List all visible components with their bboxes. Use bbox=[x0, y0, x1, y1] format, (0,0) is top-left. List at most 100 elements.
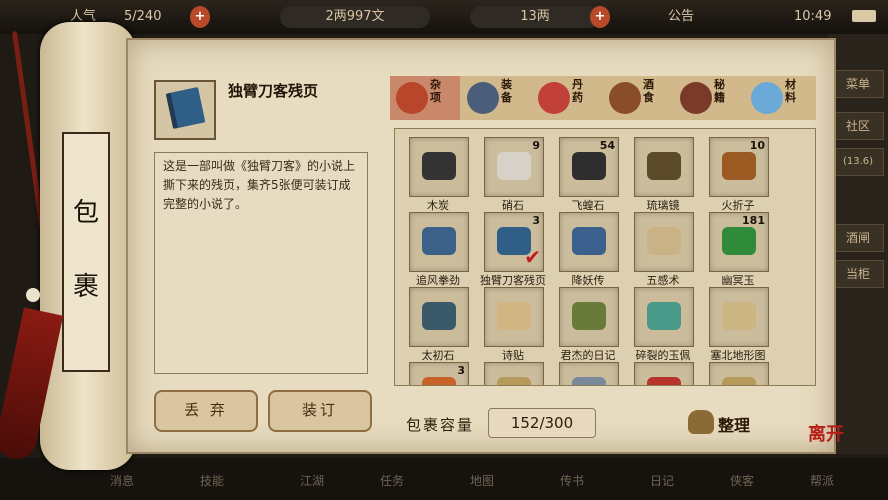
item-icon bbox=[572, 227, 606, 255]
money-value: 2两997文 bbox=[280, 6, 430, 28]
tab-icon bbox=[609, 82, 641, 114]
bind-button[interactable]: 装订 bbox=[268, 390, 372, 432]
tab-3[interactable]: 酒食 bbox=[603, 76, 673, 120]
discard-button[interactable]: 丢 弃 bbox=[154, 390, 258, 432]
item-icon bbox=[647, 152, 681, 180]
tab-2[interactable]: 丹药 bbox=[532, 76, 602, 120]
inventory-slot[interactable] bbox=[634, 212, 694, 272]
item-icon bbox=[647, 227, 681, 255]
tab-label: 材料 bbox=[785, 78, 796, 104]
inventory-slot[interactable] bbox=[409, 212, 469, 272]
inventory-slot[interactable]: 3 ✔ bbox=[484, 212, 544, 272]
inventory-slot[interactable] bbox=[409, 287, 469, 347]
version-label: (13.6) bbox=[832, 148, 884, 176]
item-icon bbox=[497, 377, 531, 385]
title-char-2: 裹 bbox=[72, 272, 99, 302]
item-icon bbox=[647, 377, 681, 385]
item-icon bbox=[572, 302, 606, 330]
inventory-slot[interactable] bbox=[634, 287, 694, 347]
inventory-slot[interactable] bbox=[709, 362, 769, 385]
item-icon bbox=[422, 152, 456, 180]
inventory-slot[interactable] bbox=[484, 287, 544, 347]
bottom-item[interactable]: 帮派 bbox=[810, 472, 834, 489]
tab-icon bbox=[751, 82, 783, 114]
item-count: 3 bbox=[457, 364, 465, 377]
inventory-slot[interactable] bbox=[484, 362, 544, 385]
selected-item-name: 独臂刀客残页 bbox=[228, 82, 319, 100]
bag-icon bbox=[688, 410, 714, 434]
battery-icon bbox=[852, 10, 876, 22]
menu-button[interactable]: 菜单 bbox=[832, 70, 884, 98]
bottom-item[interactable]: 技能 bbox=[200, 472, 224, 489]
inventory-slot[interactable]: 9 bbox=[484, 137, 544, 197]
item-icon bbox=[422, 377, 456, 385]
clock: 10:49 bbox=[794, 9, 832, 24]
exit-button[interactable]: 离开 bbox=[808, 420, 848, 456]
inventory-slot[interactable] bbox=[559, 287, 619, 347]
inventory-slot[interactable] bbox=[709, 287, 769, 347]
capacity-label: 包裹容量 bbox=[406, 416, 475, 434]
inventory-slot[interactable]: 54 bbox=[559, 137, 619, 197]
inventory-slot[interactable] bbox=[634, 362, 694, 385]
bottom-item[interactable]: 消息 bbox=[110, 472, 134, 489]
inventory-slot[interactable] bbox=[559, 212, 619, 272]
item-name-label: 木炭 bbox=[427, 199, 449, 212]
tab-icon bbox=[680, 82, 712, 114]
item-name-label: 塞北地形图 bbox=[710, 349, 766, 362]
item-name-label: 五感术 bbox=[646, 274, 680, 287]
inventory-slot[interactable]: 10 bbox=[709, 137, 769, 197]
tab-label: 酒食 bbox=[643, 78, 654, 104]
tab-icon bbox=[467, 82, 499, 114]
inventory-grid: 木炭 9 硝石 54 飞蝗石 琉璃镜 10 火折子 追风拳劲 3 ✔ 独臂刀客残页 降妖传 五感术 181 幽… bbox=[394, 128, 816, 386]
bead-decoration bbox=[26, 288, 40, 302]
bottom-item[interactable]: 地图 bbox=[470, 472, 494, 489]
item-icon bbox=[572, 377, 606, 385]
item-icon bbox=[572, 152, 606, 180]
item-name-label: 琉璃镜 bbox=[646, 199, 680, 212]
tab-icon bbox=[538, 82, 570, 114]
sort-button[interactable]: 整理 bbox=[684, 408, 764, 438]
item-name-label: 独臂刀客残页 bbox=[480, 274, 546, 287]
inventory-slot[interactable] bbox=[634, 137, 694, 197]
item-icon bbox=[722, 152, 756, 180]
reputation-value: 5/240 bbox=[124, 9, 162, 24]
selected-check-icon: ✔ bbox=[524, 245, 541, 269]
bottom-item[interactable]: 江湖 bbox=[300, 472, 324, 489]
item-icon bbox=[422, 227, 456, 255]
category-tabs: 杂项 装备 丹药 酒食 秘籍 材料 bbox=[390, 76, 816, 120]
bottom-item[interactable]: 任务 bbox=[380, 472, 404, 489]
item-name-label: 太初石 bbox=[421, 349, 455, 362]
add-reputation-button[interactable]: + bbox=[190, 6, 210, 28]
tab-label: 装备 bbox=[501, 78, 512, 104]
item-name-label: 硝石 bbox=[502, 199, 524, 212]
bottom-item[interactable]: 侠客 bbox=[730, 472, 754, 489]
book-icon bbox=[165, 86, 206, 130]
item-name-label: 降妖传 bbox=[571, 274, 605, 287]
inventory-title: 包 裹 bbox=[62, 132, 110, 372]
item-icon bbox=[497, 302, 531, 330]
item-count: 10 bbox=[749, 139, 765, 152]
tab-5[interactable]: 材料 bbox=[745, 76, 815, 120]
bottom-menu-bar: 消息 技能 江湖 任务 地图 传书 日记 侠客 帮派 bbox=[0, 458, 888, 500]
add-silver-button[interactable]: + bbox=[590, 6, 610, 28]
tab-1[interactable]: 装备 bbox=[461, 76, 531, 120]
inventory-slot[interactable]: 3 bbox=[409, 362, 469, 385]
bottom-item[interactable]: 传书 bbox=[560, 472, 584, 489]
counter-button[interactable]: 当柜 bbox=[832, 260, 884, 288]
tab-label: 秘籍 bbox=[714, 78, 725, 104]
inventory-slot[interactable] bbox=[409, 137, 469, 197]
item-description: 这是一部叫做《独臂刀客》的小说上撕下来的残页，集齐5张便可装订成完整的小说了。 bbox=[154, 152, 368, 374]
tab-0[interactable]: 杂项 bbox=[390, 76, 460, 120]
tavern-button[interactable]: 酒闸 bbox=[832, 224, 884, 252]
item-count: 181 bbox=[742, 214, 765, 227]
item-name-label: 诗贴 bbox=[502, 349, 524, 362]
sort-label: 整理 bbox=[718, 416, 751, 435]
bottom-item[interactable]: 日记 bbox=[650, 472, 674, 489]
community-button[interactable]: 社区 bbox=[832, 112, 884, 140]
inventory-slot[interactable] bbox=[559, 362, 619, 385]
item-count: 54 bbox=[599, 139, 615, 152]
inventory-slot[interactable]: 181 bbox=[709, 212, 769, 272]
item-icon bbox=[722, 377, 756, 385]
notice-button[interactable]: 公告 bbox=[668, 6, 694, 28]
tab-4[interactable]: 秘籍 bbox=[674, 76, 744, 120]
